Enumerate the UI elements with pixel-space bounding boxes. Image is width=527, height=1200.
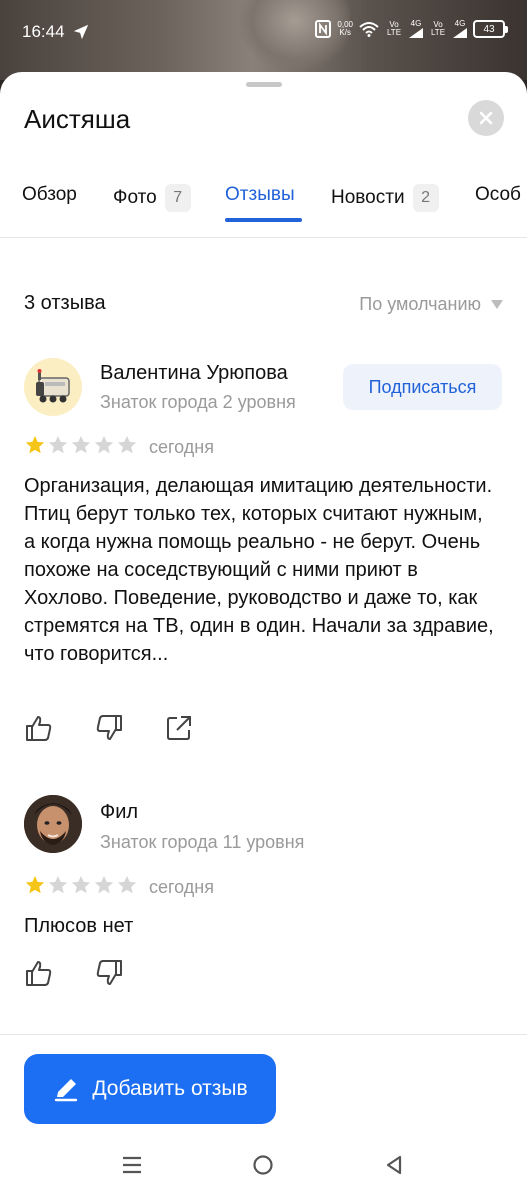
star-empty-icon bbox=[117, 875, 137, 894]
subscribe-button[interactable]: Подписаться bbox=[343, 364, 502, 410]
close-button[interactable] bbox=[468, 100, 504, 136]
signal-icon bbox=[409, 28, 423, 38]
thumbs-up-icon[interactable] bbox=[24, 958, 54, 988]
review-actions bbox=[24, 713, 194, 743]
rating-stars bbox=[24, 434, 138, 456]
review-author[interactable]: Валентина Урюпова bbox=[100, 362, 288, 385]
back-icon[interactable] bbox=[383, 1154, 405, 1176]
avatar[interactable] bbox=[24, 795, 82, 853]
system-nav-bar bbox=[0, 1132, 527, 1200]
place-title: Аистяша bbox=[24, 104, 131, 134]
status-time: 16:44 bbox=[22, 22, 65, 41]
star-empty-icon bbox=[94, 435, 114, 454]
tab-photos[interactable]: Фото 7 bbox=[113, 184, 191, 212]
wifi-icon bbox=[359, 22, 379, 37]
battery-level: 43 bbox=[483, 23, 495, 35]
star-empty-icon bbox=[94, 875, 114, 894]
rating-stars bbox=[24, 874, 138, 896]
net-speed: 0,00 K/s bbox=[337, 21, 353, 37]
signal-icon bbox=[453, 28, 467, 38]
divider bbox=[0, 1034, 527, 1035]
battery-indicator: 43 bbox=[473, 20, 508, 38]
tab-news[interactable]: Новости 2 bbox=[331, 184, 439, 212]
tab-label: Особ bbox=[475, 184, 521, 205]
avatar[interactable] bbox=[24, 358, 82, 416]
review-date: сегодня bbox=[149, 437, 214, 457]
star-empty-icon bbox=[48, 875, 68, 894]
add-review-label: Добавить отзыв bbox=[92, 1077, 248, 1100]
active-tab-indicator bbox=[225, 218, 302, 222]
star-filled-icon bbox=[25, 435, 45, 454]
star-empty-icon bbox=[71, 875, 91, 894]
sheet-grabber[interactable] bbox=[246, 82, 282, 87]
tab-count-badge: 7 bbox=[164, 184, 191, 212]
menu-icon[interactable] bbox=[121, 1154, 143, 1176]
add-review-button[interactable]: Добавить отзыв bbox=[24, 1054, 276, 1124]
sim2-generation: 4G bbox=[454, 19, 466, 28]
author-level: Знаток города 2 уровня bbox=[100, 392, 296, 412]
net-speed-unit: K/s bbox=[339, 28, 351, 37]
author-level: Знаток города 11 уровня bbox=[100, 832, 305, 852]
star-empty-icon bbox=[71, 435, 91, 454]
sim2-label: Vo LTE bbox=[430, 20, 446, 37]
reviews-count: 3 отзыва bbox=[24, 292, 106, 314]
review-actions bbox=[24, 958, 124, 988]
status-bar: 16:44 0,00 K/s Vo LTE 4G Vo LTE 4G 43 bbox=[0, 0, 527, 64]
thumbs-down-icon[interactable] bbox=[94, 713, 124, 743]
tab-count-badge: 2 bbox=[412, 184, 439, 212]
sim2-signal: 4G bbox=[453, 20, 467, 38]
sort-label: По умолчанию bbox=[359, 294, 481, 314]
tab-label: Фото bbox=[113, 187, 157, 208]
tab-bar: Обзор Фото 7 Отзывы Новости 2 Особ bbox=[0, 172, 527, 238]
status-icons: 0,00 K/s Vo LTE 4G Vo LTE 4G 43 bbox=[315, 20, 508, 38]
tab-label: Новости bbox=[331, 187, 405, 208]
tab-overview[interactable]: Обзор bbox=[22, 184, 77, 206]
review-text[interactable]: Плюсов нет bbox=[24, 912, 494, 940]
chevron-down-icon bbox=[491, 300, 503, 309]
sort-dropdown[interactable]: По умолчанию bbox=[359, 294, 503, 315]
review-author[interactable]: Фил bbox=[100, 801, 138, 824]
thumbs-up-icon[interactable] bbox=[24, 713, 54, 743]
review-text[interactable]: Организация, делающая имитацию деятельно… bbox=[24, 472, 494, 668]
robot-avatar-icon bbox=[36, 369, 70, 403]
sim1-generation: 4G bbox=[410, 19, 422, 28]
place-card-sheet: Аистяша Обзор Фото 7 Отзывы Новости 2 Ос… bbox=[0, 72, 527, 1200]
sim1-signal: 4G bbox=[409, 20, 423, 38]
user-photo-avatar bbox=[24, 795, 82, 853]
star-empty-icon bbox=[48, 435, 68, 454]
star-empty-icon bbox=[117, 435, 137, 454]
review-date: сегодня bbox=[149, 877, 214, 897]
pencil-icon bbox=[55, 1079, 78, 1102]
nfc-icon bbox=[315, 20, 332, 38]
location-arrow-icon bbox=[73, 24, 89, 40]
home-icon[interactable] bbox=[252, 1154, 274, 1176]
share-icon[interactable] bbox=[164, 713, 194, 743]
star-filled-icon bbox=[25, 875, 45, 894]
tab-label: Обзор bbox=[22, 184, 77, 205]
sim1-label: Vo LTE bbox=[386, 20, 402, 37]
tab-label: Отзывы bbox=[225, 184, 295, 205]
tab-reviews[interactable]: Отзывы bbox=[225, 184, 295, 206]
close-icon bbox=[479, 111, 493, 125]
thumbs-down-icon[interactable] bbox=[94, 958, 124, 988]
tab-features[interactable]: Особ bbox=[475, 184, 521, 206]
